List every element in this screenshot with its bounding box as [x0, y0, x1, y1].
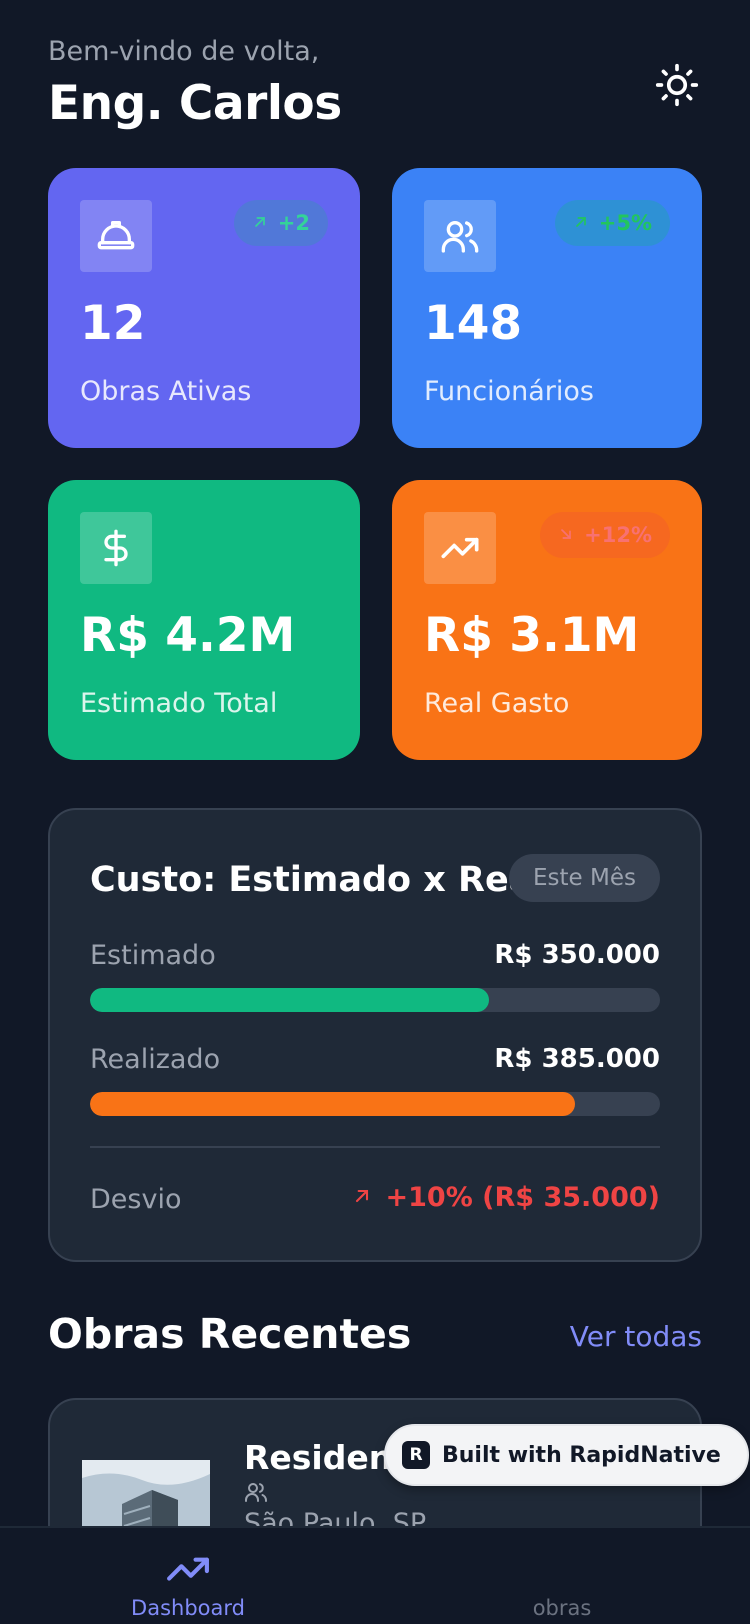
trend-value: +2: [277, 211, 310, 235]
stat-card-active-works[interactable]: +2 12 Obras Ativas: [48, 168, 360, 448]
stat-card-estimated-total[interactable]: R$ 4.2M Estimado Total: [48, 480, 360, 760]
users-icon: [244, 1480, 268, 1508]
estimated-progress-fill: [90, 988, 489, 1012]
stat-card-actual-spent[interactable]: +12% R$ 3.1M Real Gasto: [392, 480, 702, 760]
trend-badge: +12%: [540, 512, 670, 558]
stat-label: Real Gasto: [424, 688, 570, 719]
users-icon: [424, 200, 496, 272]
deviation-value: +10% (R$ 35.000): [385, 1182, 661, 1213]
hard-hat-icon: [80, 200, 152, 272]
nav-label: obras: [532, 1596, 592, 1620]
divider: [90, 1146, 660, 1148]
period-filter-chip[interactable]: Este Mês: [509, 854, 660, 902]
rapidnative-label: Built with RapidNative: [442, 1442, 721, 1468]
greeting-text: Bem-vindo de volta,: [48, 36, 320, 67]
stat-value: 148: [424, 296, 523, 351]
stat-value: R$ 4.2M: [80, 608, 296, 663]
stat-card-employees[interactable]: +5% 148 Funcionários: [392, 168, 702, 448]
sun-icon: [655, 63, 699, 107]
arrow-up-right-icon: [352, 1182, 372, 1213]
cost-title: Custo: Estimado x Real: [90, 860, 545, 900]
trending-up-icon: [424, 512, 496, 584]
rapidnative-logo-icon: R: [402, 1441, 430, 1469]
dollar-icon: [80, 512, 152, 584]
estimated-progress-track: [90, 988, 660, 1012]
cost-comparison-card: Custo: Estimado x Real Este Mês Estimado…: [48, 808, 702, 1262]
arrow-up-right-icon: [252, 211, 268, 235]
nav-label: Dashboard: [131, 1596, 245, 1620]
arrow-up-right-icon: [573, 211, 589, 235]
actual-progress-track: [90, 1092, 660, 1116]
stat-value: R$ 3.1M: [424, 608, 640, 663]
user-name: Eng. Carlos: [48, 76, 342, 131]
trend-value: +5%: [598, 211, 652, 235]
stat-label: Funcionários: [424, 376, 594, 407]
trend-badge: +5%: [554, 200, 670, 246]
arrow-down-right-icon: [558, 523, 574, 547]
estimated-label: Estimado: [90, 940, 216, 971]
built-with-rapidnative-badge[interactable]: R Built with RapidNative: [384, 1424, 749, 1486]
actual-label: Realizado: [90, 1044, 221, 1075]
actual-value: R$ 385.000: [494, 1044, 660, 1074]
trending-up-icon: [165, 1554, 211, 1588]
actual-progress-fill: [90, 1092, 575, 1116]
stat-label: Estimado Total: [80, 688, 278, 719]
trend-value: +12%: [584, 523, 652, 547]
see-all-link[interactable]: Ver todas: [570, 1320, 702, 1353]
recent-works-title: Obras Recentes: [48, 1310, 412, 1358]
theme-toggle-button[interactable]: [652, 60, 702, 110]
estimated-value: R$ 350.000: [494, 940, 660, 970]
nav-tab-obras[interactable]: obras: [412, 1528, 712, 1624]
stat-value: 12: [80, 296, 146, 351]
stat-label: Obras Ativas: [80, 376, 252, 407]
deviation-label: Desvio: [90, 1184, 182, 1215]
nav-tab-dashboard[interactable]: Dashboard: [38, 1528, 338, 1624]
deviation-value-group: +10% (R$ 35.000): [352, 1182, 661, 1213]
trend-badge: +2: [233, 200, 328, 246]
bottom-navigation: Dashboard obras: [0, 1526, 750, 1624]
